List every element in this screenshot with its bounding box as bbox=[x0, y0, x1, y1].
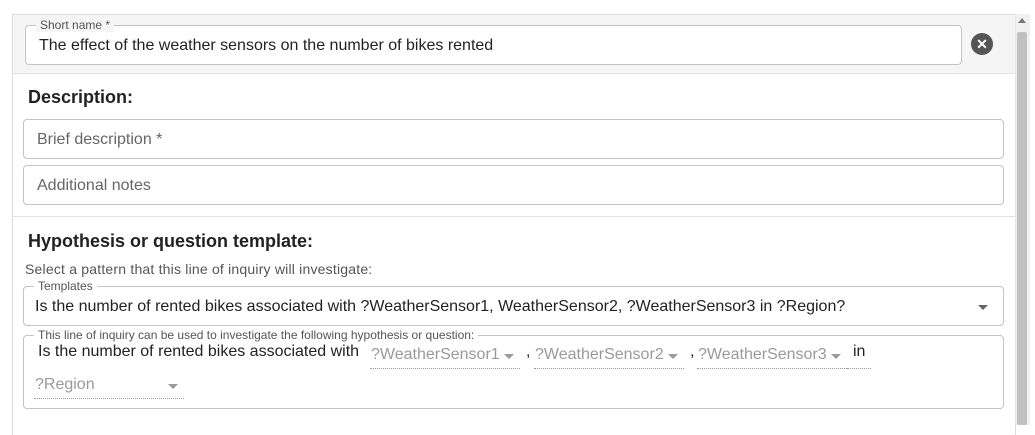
chevron-down-icon bbox=[668, 354, 678, 359]
form-panel: Short name * The effect of the weather s… bbox=[12, 14, 1016, 435]
separator-comma: , bbox=[526, 343, 531, 360]
weather-sensor-3-value: ?WeatherSensor3 bbox=[698, 346, 827, 363]
description-title: Description: bbox=[28, 87, 134, 107]
chevron-down-icon bbox=[504, 354, 514, 359]
scrollbar-thumb[interactable] bbox=[1017, 32, 1027, 425]
clear-button[interactable]: ✕ bbox=[971, 33, 993, 55]
templates-select[interactable]: Templates Is the number of rented bikes … bbox=[23, 279, 1004, 326]
underline-extension bbox=[847, 368, 871, 369]
additional-notes-field[interactable]: Additional notes bbox=[23, 165, 1004, 205]
hypothesis-title: Hypothesis or question template: bbox=[28, 231, 314, 251]
chevron-down-icon bbox=[831, 354, 841, 359]
weather-sensor-2-value: ?WeatherSensor2 bbox=[535, 346, 664, 363]
short-name-section: Short name * The effect of the weather s… bbox=[13, 15, 1015, 74]
brief-description-placeholder: Brief description * bbox=[37, 131, 163, 148]
region-select[interactable]: ?Region bbox=[34, 370, 184, 399]
weather-sensor-1-value: ?WeatherSensor1 bbox=[371, 346, 500, 363]
scroll-up-icon[interactable] bbox=[1018, 18, 1026, 23]
weather-sensor-1-select[interactable]: ?WeatherSensor1 bbox=[370, 340, 520, 369]
section-divider bbox=[13, 216, 1015, 217]
question-box: This line of inquiry can be used to inve… bbox=[23, 328, 1004, 409]
short-name-field[interactable]: Short name * The effect of the weather s… bbox=[25, 18, 962, 65]
close-icon: ✕ bbox=[976, 35, 988, 52]
brief-description-field[interactable]: Brief description * bbox=[23, 119, 1004, 159]
chevron-down-icon bbox=[168, 384, 178, 389]
in-word: in bbox=[853, 343, 866, 360]
additional-notes-placeholder: Additional notes bbox=[37, 177, 151, 194]
weather-sensor-2-select[interactable]: ?WeatherSensor2 bbox=[534, 340, 684, 369]
question-prefix: Is the number of rented bikes associated… bbox=[38, 343, 360, 360]
separator-comma: , bbox=[690, 343, 695, 360]
templates-value: Is the number of rented bikes associated… bbox=[35, 298, 846, 315]
hypothesis-helper-text: Select a pattern that this line of inqui… bbox=[25, 261, 373, 277]
short-name-label: Short name * bbox=[36, 18, 115, 32]
chevron-down-icon bbox=[978, 305, 988, 310]
templates-label: Templates bbox=[34, 279, 97, 293]
short-name-value: The effect of the weather sensors on the… bbox=[39, 37, 494, 54]
region-value: ?Region bbox=[35, 376, 95, 393]
weather-sensor-3-select[interactable]: ?WeatherSensor3 bbox=[697, 340, 847, 369]
